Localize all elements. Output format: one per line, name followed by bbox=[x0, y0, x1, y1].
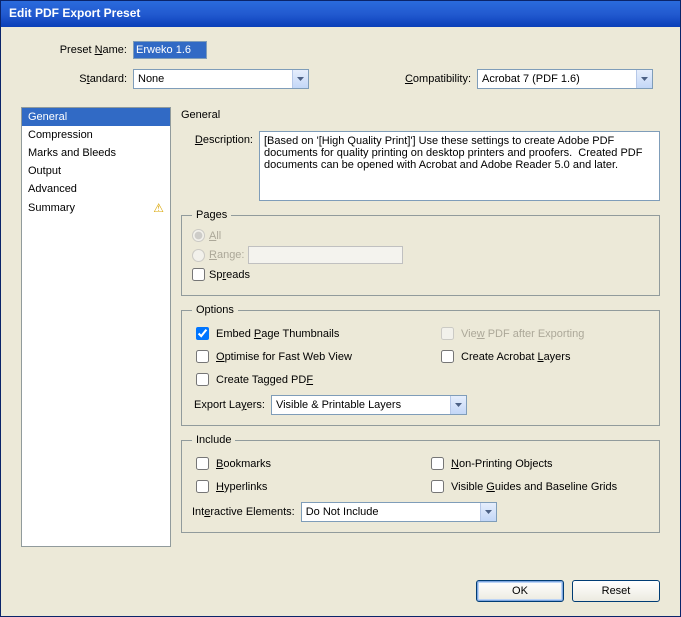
chevron-down-icon bbox=[450, 396, 466, 414]
pages-range-label: Range: bbox=[209, 249, 244, 261]
dialog-window: Edit PDF Export Preset Preset Name: Stan… bbox=[0, 0, 681, 617]
options-legend: Options bbox=[192, 304, 238, 316]
standard-select[interactable]: None bbox=[133, 69, 309, 89]
sidebar-item-summary[interactable]: Summary ⚠ bbox=[22, 198, 170, 218]
export-layers-select[interactable]: Visible & Printable Layers bbox=[271, 395, 467, 415]
ok-button[interactable]: OK bbox=[476, 580, 564, 602]
visible-guides-label: Visible Guides and Baseline Grids bbox=[451, 481, 617, 493]
hyperlinks-label: Hyperlinks bbox=[216, 481, 267, 493]
acrobat-layers-label: Create Acrobat Layers bbox=[461, 351, 570, 363]
chevron-down-icon bbox=[292, 70, 308, 88]
preset-name-label: Preset Name: bbox=[21, 44, 133, 56]
section-heading: General bbox=[181, 109, 660, 121]
compatibility-select[interactable]: Acrobat 7 (PDF 1.6) bbox=[477, 69, 653, 89]
compatibility-label: Compatibility: bbox=[391, 73, 477, 85]
description-textarea[interactable]: [Based on '[High Quality Print]'] Use th… bbox=[259, 131, 660, 201]
sidebar-item-advanced[interactable]: Advanced bbox=[22, 180, 170, 198]
sidebar-item-general[interactable]: General bbox=[22, 108, 170, 126]
bookmarks-checkbox[interactable] bbox=[196, 457, 209, 470]
optimise-fwv-label: Optimise for Fast Web View bbox=[216, 351, 352, 363]
standard-label: Standard: bbox=[21, 73, 133, 85]
export-layers-value: Visible & Printable Layers bbox=[276, 399, 401, 411]
interactive-elements-value: Do Not Include bbox=[306, 506, 379, 518]
optimise-fwv-checkbox[interactable] bbox=[196, 350, 209, 363]
tagged-pdf-checkbox[interactable] bbox=[196, 373, 209, 386]
view-pdf-checkbox bbox=[441, 327, 454, 340]
nonprinting-checkbox[interactable] bbox=[431, 457, 444, 470]
sidebar-item-output[interactable]: Output bbox=[22, 162, 170, 180]
nonprinting-label: Non-Printing Objects bbox=[451, 458, 553, 470]
acrobat-layers-checkbox[interactable] bbox=[441, 350, 454, 363]
window-title: Edit PDF Export Preset bbox=[9, 6, 140, 20]
interactive-elements-select[interactable]: Do Not Include bbox=[301, 502, 497, 522]
footer: OK Reset bbox=[1, 572, 680, 616]
bookmarks-label: Bookmarks bbox=[216, 458, 271, 470]
tagged-pdf-label: Create Tagged PDF bbox=[216, 374, 313, 386]
embed-thumbnails-checkbox[interactable] bbox=[196, 327, 209, 340]
preset-name-input[interactable] bbox=[133, 41, 207, 59]
hyperlinks-checkbox[interactable] bbox=[196, 480, 209, 493]
include-fieldset: Include Bookmarks Non-Printing Objects H… bbox=[181, 434, 660, 533]
interactive-elements-label: Interactive Elements: bbox=[192, 506, 295, 518]
chevron-down-icon bbox=[636, 70, 652, 88]
sidebar: General Compression Marks and Bleeds Out… bbox=[21, 107, 171, 547]
pages-all-label: All bbox=[209, 230, 221, 242]
spreads-label: Spreads bbox=[209, 269, 250, 281]
pages-all-radio bbox=[192, 229, 205, 242]
pages-range-radio bbox=[192, 249, 205, 262]
export-layers-label: Export Layers: bbox=[192, 399, 265, 411]
titlebar: Edit PDF Export Preset bbox=[1, 1, 680, 27]
pages-fieldset: Pages All Range: Spreads bbox=[181, 209, 660, 296]
include-legend: Include bbox=[192, 434, 235, 446]
visible-guides-checkbox[interactable] bbox=[431, 480, 444, 493]
embed-thumbnails-label: Embed Page Thumbnails bbox=[216, 328, 339, 340]
sidebar-item-compression[interactable]: Compression bbox=[22, 126, 170, 144]
warning-icon: ⚠ bbox=[153, 201, 164, 215]
description-label: Description: bbox=[181, 131, 259, 146]
options-fieldset: Options Embed Page Thumbnails View PDF a… bbox=[181, 304, 660, 426]
compatibility-value: Acrobat 7 (PDF 1.6) bbox=[482, 73, 580, 85]
top-fields: Preset Name: Standard: None Compatibilit… bbox=[1, 27, 680, 107]
pages-range-input bbox=[248, 246, 403, 264]
main-panel: General Description: [Based on '[High Qu… bbox=[181, 107, 660, 560]
reset-button[interactable]: Reset bbox=[572, 580, 660, 602]
spreads-checkbox[interactable] bbox=[192, 268, 205, 281]
view-pdf-label: View PDF after Exporting bbox=[461, 328, 584, 340]
sidebar-item-marks-bleeds[interactable]: Marks and Bleeds bbox=[22, 144, 170, 162]
standard-value: None bbox=[138, 73, 164, 85]
pages-legend: Pages bbox=[192, 209, 231, 221]
chevron-down-icon bbox=[480, 503, 496, 521]
